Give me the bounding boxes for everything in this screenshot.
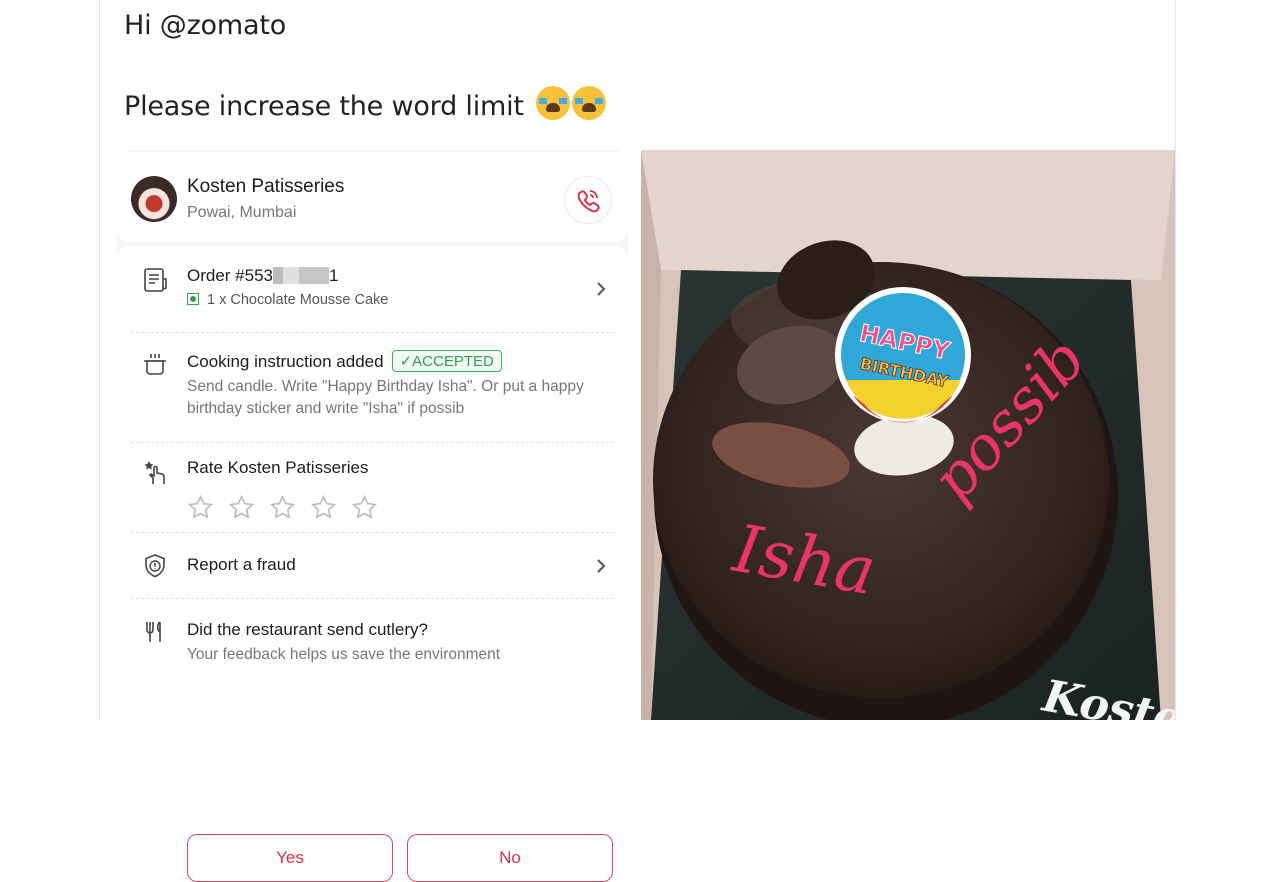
rate-hand-icon (144, 461, 165, 484)
cooking-pot-icon (144, 354, 166, 375)
order-number-prefix: Order #553 (187, 266, 273, 285)
receipt-icon (144, 268, 167, 292)
tweet-line-message: Please increase the word limit (124, 86, 607, 122)
order-item: 1 x Chocolate Mousse Cake (187, 289, 388, 311)
divider (131, 332, 614, 333)
tweet-line-greeting: Hi @zomato (124, 10, 287, 41)
order-item-text: 1 x Chocolate Mousse Cake (207, 292, 389, 308)
cutlery-feedback-row: Did the restaurant send cutlery? Your fe… (117, 602, 628, 726)
report-fraud-title: Report a fraud (187, 555, 296, 574)
divider (131, 532, 614, 533)
redacted-mask (273, 267, 329, 284)
star-icon[interactable] (351, 494, 378, 521)
divider (131, 598, 614, 599)
report-fraud-row[interactable]: Report a fraud (117, 536, 628, 596)
order-number: Order #553 1 (187, 266, 338, 286)
veg-icon (187, 293, 199, 305)
cake-illustration: HAPPY BIRTHDAY Isha possib Kosten (641, 150, 1175, 720)
cutlery-yes-button[interactable]: Yes (187, 834, 393, 882)
accepted-badge: ✓ACCEPTED (391, 350, 502, 372)
cake-photo: HAPPY BIRTHDAY Isha possib Kosten (641, 150, 1175, 720)
cooking-instruction-text: Send candle. Write "Happy Birthday Isha"… (187, 378, 584, 417)
rating-stars (187, 494, 392, 526)
cutlery-no-button[interactable]: No (407, 834, 613, 882)
cutlery-subtitle: Your feedback helps us save the environm… (187, 646, 501, 663)
accepted-badge-label: ACCEPTED (412, 353, 494, 370)
loudly-crying-emoji-icon (536, 86, 571, 120)
chevron-right-icon (597, 559, 606, 573)
rate-title: Rate Kosten Patisseries (187, 458, 369, 477)
shield-alert-icon (145, 554, 165, 578)
loudly-crying-emoji-icon (572, 86, 607, 120)
star-icon[interactable] (228, 494, 255, 521)
tweet: Hi @zomato Please increase the word limi… (99, 0, 1176, 882)
cooking-instruction-row: Cooking instruction added ✓ACCEPTED Send … (117, 336, 628, 442)
restaurant-card: Kosten Patisseries Powai, Mumbai (117, 152, 628, 242)
star-icon[interactable] (269, 494, 296, 521)
cooking-instruction-title: Cooking instruction added ✓ACCEPTED (187, 350, 502, 372)
call-restaurant-button[interactable] (564, 176, 612, 224)
order-number-suffix: 1 (329, 266, 339, 285)
restaurant-avatar (131, 176, 177, 222)
order-details-screenshot: Kosten Patisseries Powai, Mumbai Order #… (117, 150, 628, 882)
cutlery-icon (146, 621, 161, 642)
tweet-text: Hi @zomato Please increase the word limi… (124, 10, 607, 122)
cooking-title-text: Cooking instruction added (187, 352, 384, 371)
order-info-card: Order #553 1 1 x Chocolate Mousse Cake Co… (117, 246, 628, 882)
phone-icon (577, 190, 600, 213)
tweet-message-text: Please increase the word limit (124, 91, 524, 122)
chevron-right-icon (597, 282, 606, 296)
rate-row: Rate Kosten Patisseries (117, 446, 628, 530)
restaurant-location: Powai, Mumbai (187, 204, 297, 221)
restaurant-name: Kosten Patisseries (187, 176, 345, 197)
order-row[interactable]: Order #553 1 1 x Chocolate Mousse Cake (117, 246, 628, 332)
star-icon[interactable] (310, 494, 337, 521)
cutlery-title: Did the restaurant send cutlery? (187, 620, 428, 639)
star-icon[interactable] (187, 494, 214, 521)
divider (131, 442, 614, 443)
